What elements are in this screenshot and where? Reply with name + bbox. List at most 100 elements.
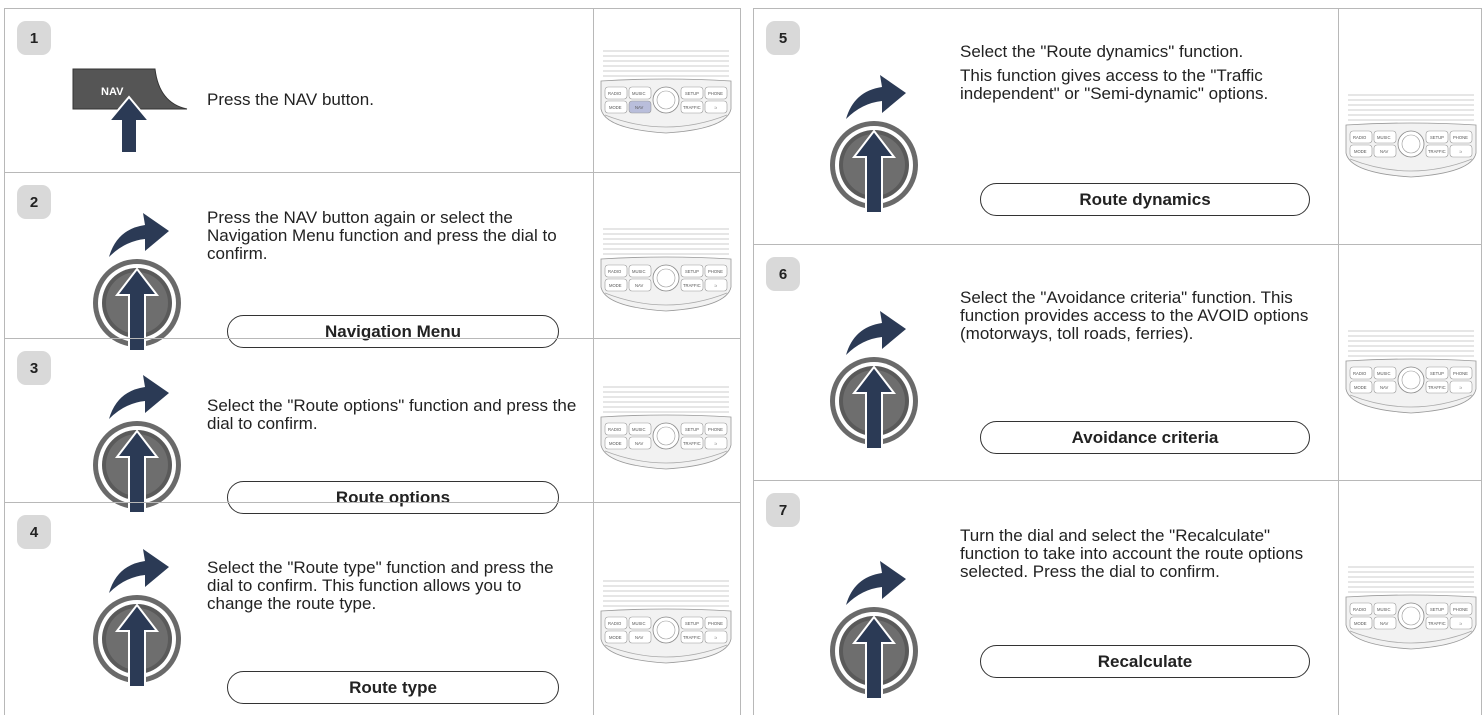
control-panel-illustration: RADIO MUSIC SETUP PHONE MODE NAV TRAFFIC… xyxy=(599,383,733,488)
right-column: 5 Select the "Route dynamics" function. … xyxy=(753,0,1482,715)
panel-radio-label: RADIO xyxy=(1353,135,1367,140)
panel-mode-label: MODE xyxy=(1354,149,1367,154)
control-panel-illustration: RADIO MUSIC SETUP PHONE MODE NAV TRAFFIC… xyxy=(599,47,733,152)
step-number: 6 xyxy=(766,257,800,291)
dial-illustration xyxy=(89,199,185,360)
panel-radio-label: RADIO xyxy=(608,91,622,96)
panel-setup-label: SETUP xyxy=(1430,135,1444,140)
step-text: Press the NAV button. xyxy=(207,90,374,109)
panel-phone-label: PHONE xyxy=(708,269,723,274)
panel-traffic-label: TRAFFIC xyxy=(683,283,701,288)
curved-arrow-icon xyxy=(109,375,169,419)
panel-phone-label: PHONE xyxy=(1453,371,1468,376)
step-text: Turn the dial and select the "Recalculat… xyxy=(960,526,1304,581)
dial-illustration xyxy=(826,61,922,222)
panel-music-label: MUSIC xyxy=(1377,607,1391,612)
curved-arrow-icon xyxy=(846,561,906,605)
panel-traffic-label: TRAFFIC xyxy=(683,441,701,446)
control-panel-illustration: RADIO MUSIC SETUP PHONE MODE NAV TRAFFIC… xyxy=(599,577,733,682)
panel-setup-label: SETUP xyxy=(685,269,699,274)
panel-mode-label: MODE xyxy=(609,441,622,446)
panel-traffic-label: TRAFFIC xyxy=(683,105,701,110)
panel-music-label: MUSIC xyxy=(632,427,646,432)
step-number: 1 xyxy=(17,21,51,55)
panel-mode-label: MODE xyxy=(1354,385,1367,390)
panel-nav-label: NAV xyxy=(635,441,644,446)
panel-phone-label: PHONE xyxy=(1453,607,1468,612)
step-6: 6 Select the "Avoidance criteria" functi… xyxy=(753,244,1482,480)
panel-setup-label: SETUP xyxy=(1430,607,1444,612)
step-number: 3 xyxy=(17,351,51,385)
menu-option-pill[interactable]: Recalculate xyxy=(980,645,1310,678)
panel-setup-label: SETUP xyxy=(685,427,699,432)
panel-music-label: MUSIC xyxy=(1377,371,1391,376)
menu-option-pill[interactable]: Route dynamics xyxy=(980,183,1310,216)
step-4: 4 Select the "Route type" function and p… xyxy=(4,502,741,715)
panel-radio-label: RADIO xyxy=(1353,607,1367,612)
panel-back-label: ⊃ xyxy=(714,283,718,288)
step-number: 2 xyxy=(17,185,51,219)
panel-phone-label: PHONE xyxy=(708,621,723,626)
step-text: Select the "Route options" function and … xyxy=(207,396,577,433)
left-column: 1 NAV Press the NAV button. RADIO MUSIC … xyxy=(4,0,741,715)
step-3: 3 Select the "Route options" function an… xyxy=(4,338,741,514)
control-panel-illustration: RADIO MUSIC SETUP PHONE MODE NAV TRAFFIC… xyxy=(599,225,733,330)
panel-traffic-label: TRAFFIC xyxy=(1428,385,1446,390)
panel-traffic-label: TRAFFIC xyxy=(1428,149,1446,154)
panel-mode-label: MODE xyxy=(609,635,622,640)
panel-nav-label: NAV xyxy=(635,105,644,110)
step-text: Press the NAV button again or select the… xyxy=(207,208,557,263)
step-5: 5 Select the "Route dynamics" function. … xyxy=(753,8,1482,244)
panel-radio-label: RADIO xyxy=(608,427,622,432)
nav-label: NAV xyxy=(101,86,124,98)
control-panel-illustration: RADIO MUSIC SETUP PHONE MODE NAV TRAFFIC… xyxy=(1344,563,1478,668)
curved-arrow-icon xyxy=(109,213,169,257)
panel-back-label: ⊃ xyxy=(714,441,718,446)
panel-back-label: ⊃ xyxy=(1459,621,1463,626)
panel-setup-label: SETUP xyxy=(1430,371,1444,376)
menu-option-pill[interactable]: Route type xyxy=(227,671,559,704)
panel-nav-label: NAV xyxy=(635,635,644,640)
panel-mode-label: MODE xyxy=(609,283,622,288)
panel-music-label: MUSIC xyxy=(1377,135,1391,140)
step-1: 1 NAV Press the NAV button. RADIO MUSIC … xyxy=(4,8,741,172)
control-panel-illustration: RADIO MUSIC SETUP PHONE MODE NAV TRAFFIC… xyxy=(1344,327,1478,432)
step-number: 4 xyxy=(17,515,51,549)
dial-illustration xyxy=(89,361,185,522)
step-number: 7 xyxy=(766,493,800,527)
curved-arrow-icon xyxy=(846,311,906,355)
panel-nav-label: NAV xyxy=(1380,385,1389,390)
panel-radio-label: RADIO xyxy=(1353,371,1367,376)
panel-mode-label: MODE xyxy=(1354,621,1367,626)
step-number: 5 xyxy=(766,21,800,55)
step-text: Select the "Route dynamics" function. Th… xyxy=(960,42,1269,103)
panel-nav-label: NAV xyxy=(1380,149,1389,154)
panel-phone-label: PHONE xyxy=(708,91,723,96)
menu-option-pill[interactable]: Avoidance criteria xyxy=(980,421,1310,454)
panel-music-label: MUSIC xyxy=(632,621,646,626)
control-panel-illustration: RADIO MUSIC SETUP PHONE MODE NAV TRAFFIC… xyxy=(1344,91,1478,196)
step-text: Select the "Avoidance criteria" function… xyxy=(960,288,1309,343)
panel-back-label: ⊃ xyxy=(714,635,718,640)
step-2: 2 Press the NAV button again or select t… xyxy=(4,172,741,352)
panel-setup-label: SETUP xyxy=(685,91,699,96)
nav-button-illustration: NAV xyxy=(67,65,197,168)
panel-mode-label: MODE xyxy=(609,105,622,110)
dial-illustration xyxy=(826,547,922,708)
curved-arrow-icon xyxy=(846,75,906,119)
panel-back-label: ⊃ xyxy=(1459,385,1463,390)
step-text: Select the "Route type" function and pre… xyxy=(207,558,554,613)
panel-nav-label: NAV xyxy=(1380,621,1389,626)
panel-nav-label: NAV xyxy=(635,283,644,288)
panel-music-label: MUSIC xyxy=(632,91,646,96)
panel-phone-label: PHONE xyxy=(708,427,723,432)
panel-music-label: MUSIC xyxy=(632,269,646,274)
panel-radio-label: RADIO xyxy=(608,269,622,274)
panel-back-label: ⊃ xyxy=(1459,149,1463,154)
dial-illustration xyxy=(89,535,185,696)
curved-arrow-icon xyxy=(109,549,169,593)
panel-traffic-label: TRAFFIC xyxy=(683,635,701,640)
panel-radio-label: RADIO xyxy=(608,621,622,626)
panel-traffic-label: TRAFFIC xyxy=(1428,621,1446,626)
dial-illustration xyxy=(826,297,922,458)
